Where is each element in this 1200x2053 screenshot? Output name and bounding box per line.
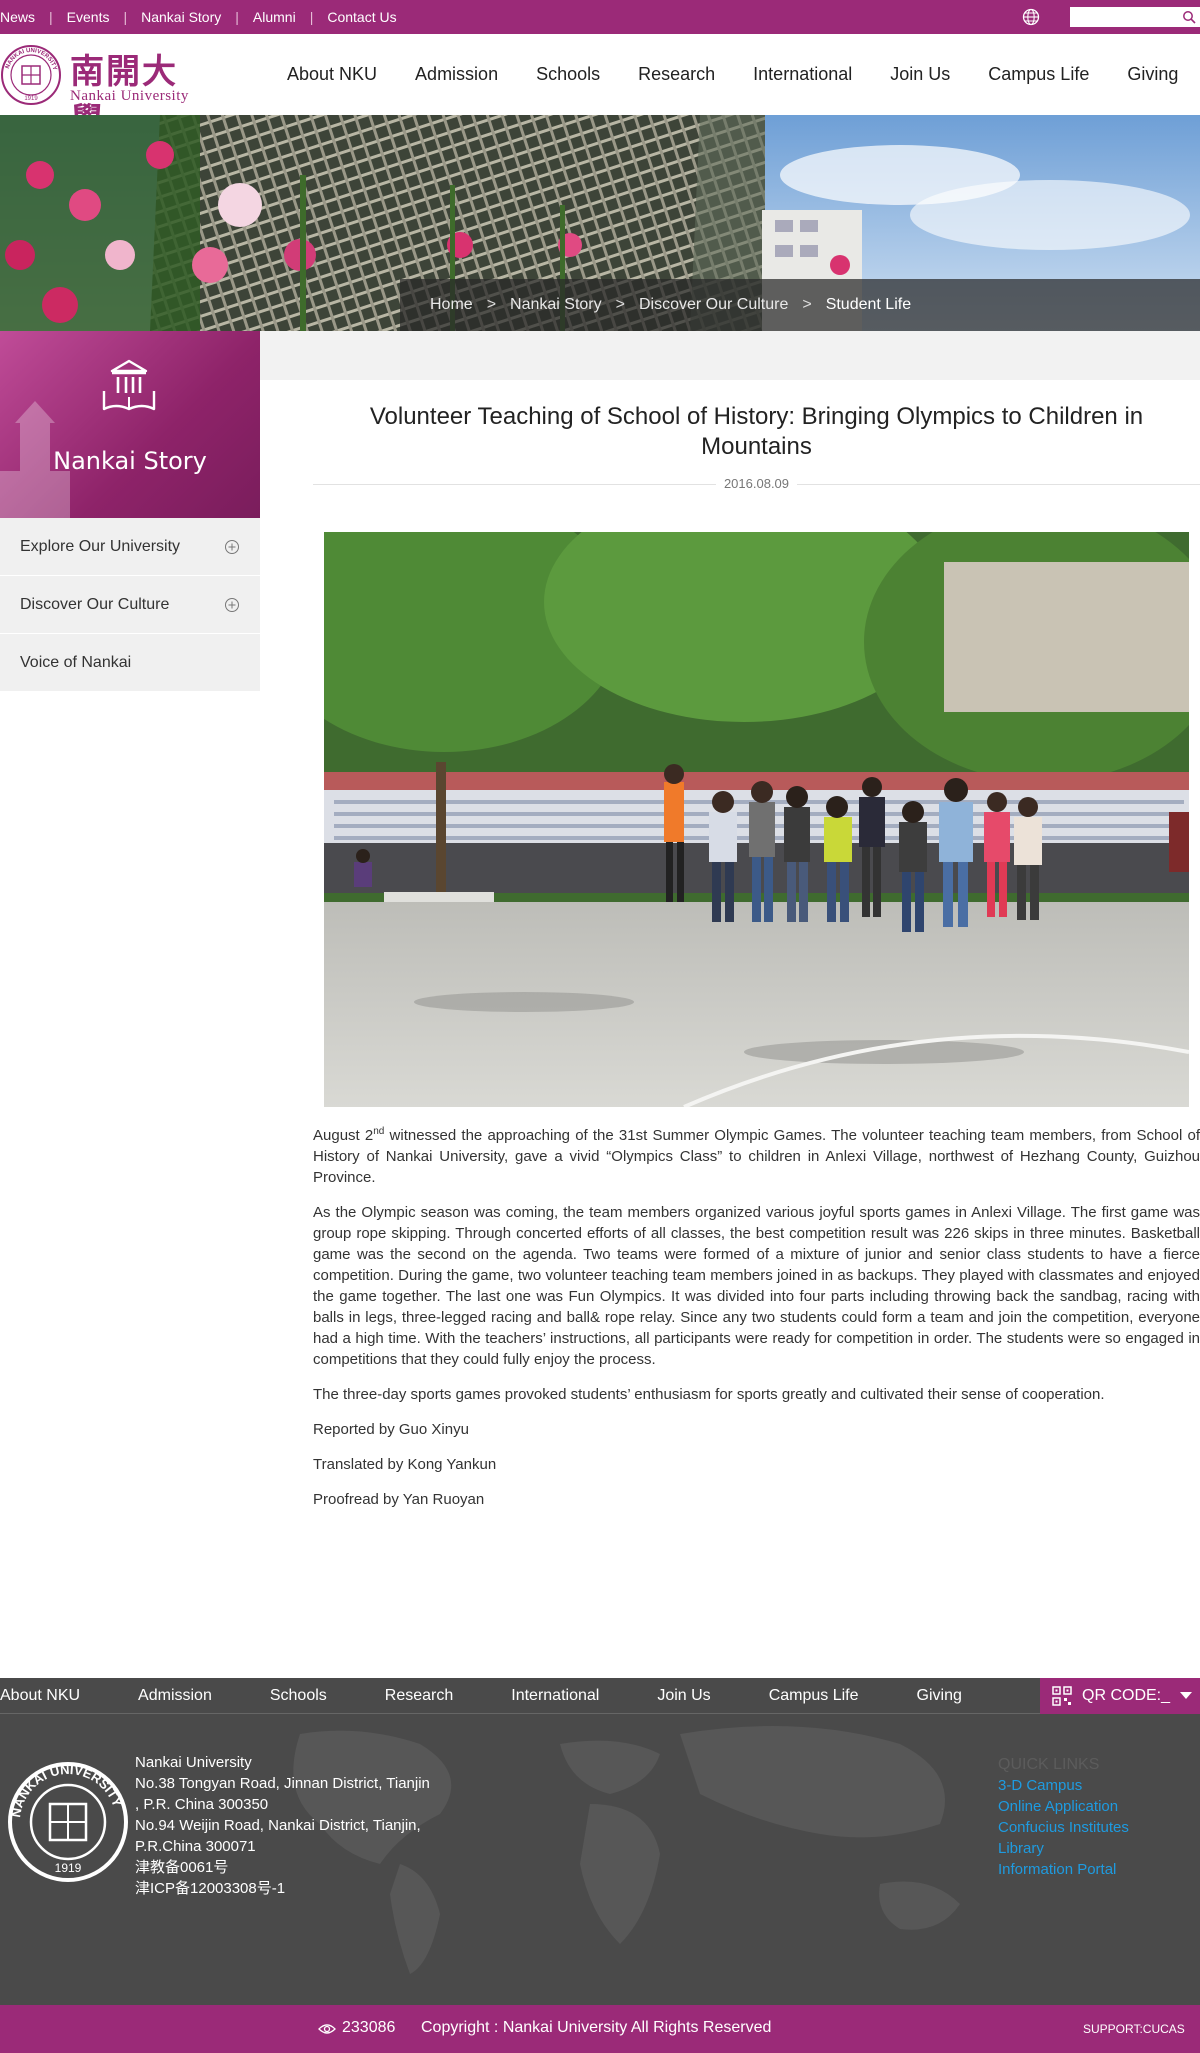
breadcrumb-current: Student Life (825, 296, 912, 313)
nav-campus-life[interactable]: Campus Life (988, 64, 1089, 85)
nav-admission[interactable]: Admission (415, 64, 498, 85)
footer-nav-about-nku[interactable]: About NKU (0, 1687, 80, 1705)
plus-circle-icon[interactable] (224, 539, 240, 555)
footer-nav-admission[interactable]: Admission (138, 1687, 212, 1705)
main-nav: About NKU Admission Schools Research Int… (268, 34, 1197, 115)
nav-international[interactable]: International (753, 64, 852, 85)
quick-link-library[interactable]: Library (998, 1838, 1129, 1859)
qr-code-button[interactable]: QR CODE:_ (1040, 1678, 1200, 1714)
breadcrumb-nankai-story[interactable]: Nankai Story (510, 296, 602, 314)
footer-nav-schools[interactable]: Schools (270, 1687, 327, 1705)
sidebar-item-discover-our-culture[interactable]: Discover Our Culture (0, 576, 260, 634)
content-top-strip (260, 331, 1200, 380)
article-body: August 2nd witnessed the approaching of … (313, 1121, 1200, 1524)
footer-nav-research[interactable]: Research (385, 1687, 453, 1705)
address-line: P.R.China 300071 (135, 1838, 256, 1855)
sidebar-item-explore-our-university[interactable]: Explore Our University (0, 518, 260, 576)
quick-link-information-portal[interactable]: Information Portal (998, 1859, 1129, 1880)
search-box (1070, 7, 1200, 27)
top-link-nankai-story[interactable]: Nankai Story (127, 9, 235, 25)
plus-circle-icon[interactable] (224, 597, 240, 613)
breadcrumb-discover-our-culture[interactable]: Discover Our Culture (639, 296, 788, 314)
nav-giving[interactable]: Giving (1127, 64, 1178, 85)
footer-address: Nankai University No.38 Tongyan Road, Ji… (135, 1752, 430, 1899)
article-date: 2016.08.09 (715, 476, 798, 491)
university-seal-icon: NANKAI UNIVERSITY 1919 (8, 1762, 128, 1882)
address-line: No.38 Tongyan Road, Jinnan District, Tia… (135, 1775, 430, 1792)
footer-nav-international[interactable]: International (511, 1687, 599, 1705)
book-building-icon (102, 359, 156, 411)
globe-icon[interactable] (1022, 8, 1040, 26)
footer-nav-giving[interactable]: Giving (917, 1687, 962, 1705)
sidebar-item-label: Explore Our University (20, 538, 181, 555)
search-input[interactable] (1070, 7, 1176, 27)
seal-text: NANKAI UNIVERSITY (8, 1762, 125, 1819)
footer-nav: About NKU Admission Schools Research Int… (0, 1678, 1200, 1714)
qr-code-icon (1052, 1686, 1072, 1706)
top-bar: News | Events | Nankai Story | Alumni | … (0, 0, 1200, 34)
address-line: No.94 Weijin Road, Nankai District, Tian… (135, 1817, 421, 1834)
copyright-bar: 233086 Copyright : Nankai University All… (0, 2005, 1200, 2053)
translator-credit: Translated by Kong Yankun (313, 1456, 497, 1473)
search-icon[interactable] (1182, 10, 1196, 24)
breadcrumb-separator: > (802, 296, 812, 313)
visit-counter: 233086 (342, 2019, 396, 2036)
paragraph: August 2nd witnessed the approaching of … (313, 1126, 1200, 1186)
article-date-wrap: 2016.08.09 (313, 476, 1200, 491)
seal-year: 1919 (24, 96, 38, 102)
quick-link-3d-campus[interactable]: 3-D Campus (998, 1775, 1129, 1796)
hero-banner: Home > Nankai Story > Discover Our Cultu… (0, 115, 1200, 331)
paragraph: The three-day sports games provoked stud… (313, 1386, 1105, 1403)
footer-nav-join-us[interactable]: Join Us (657, 1687, 710, 1705)
breadcrumb-separator: > (486, 296, 497, 313)
top-link-news[interactable]: News (0, 9, 49, 25)
seal-year: 1919 (55, 1861, 82, 1875)
nav-about-nku[interactable]: About NKU (287, 64, 377, 85)
nav-join-us[interactable]: Join Us (890, 64, 950, 85)
sidebar-header: Nankai Story (0, 331, 260, 518)
paragraph: As the Olympic season was coming, the te… (313, 1204, 1200, 1368)
nav-schools[interactable]: Schools (536, 64, 600, 85)
quick-links: QUICK LINKS 3-D Campus Online Applicatio… (998, 1754, 1129, 1880)
quick-link-confucius-institutes[interactable]: Confucius Institutes (998, 1817, 1129, 1838)
proofreader-credit: Proofread by Yan Ruoyan (313, 1491, 485, 1508)
quick-links-heading: QUICK LINKS (998, 1756, 1100, 1773)
logo-english-name: Nankai University (70, 88, 189, 104)
top-link-events[interactable]: Events (53, 9, 124, 25)
breadcrumb: Home > Nankai Story > Discover Our Cultu… (400, 279, 1200, 331)
top-link-alumni[interactable]: Alumni (239, 9, 310, 25)
sidebar-menu: Explore Our University Discover Our Cult… (0, 518, 260, 692)
address-line: , P.R. China 300350 (135, 1796, 269, 1813)
sidebar-item-voice-of-nankai[interactable]: Voice of Nankai (0, 634, 260, 692)
quick-link-online-application[interactable]: Online Application (998, 1796, 1129, 1817)
qr-code-label: QR CODE:_ (1082, 1687, 1171, 1704)
site-logo[interactable]: NANKAI UNIVERSITY 1919 南開大學 Nankai Unive… (0, 44, 210, 141)
address-line: 津教备0061号 (135, 1859, 229, 1876)
sidebar-title: Nankai Story (53, 447, 207, 475)
address-line: 津ICP备12003308号-1 (135, 1880, 286, 1897)
article-title: Volunteer Teaching of School of History:… (369, 403, 1144, 460)
nav-research[interactable]: Research (638, 64, 715, 85)
breadcrumb-home[interactable]: Home (430, 296, 473, 314)
children-running-photo (324, 532, 1189, 1107)
reporter-credit: Reported by Guo Xinyu (313, 1421, 469, 1438)
top-links: News | Events | Nankai Story | Alumni | … (0, 0, 411, 34)
eye-icon (318, 2024, 336, 2034)
footer-nav-campus-life[interactable]: Campus Life (769, 1687, 859, 1705)
site-header: NANKAI UNIVERSITY 1919 南開大學 Nankai Unive… (0, 34, 1200, 141)
article-photo (324, 532, 1189, 1107)
university-seal-icon: NANKAI UNIVERSITY 1919 (1, 45, 61, 105)
breadcrumb-separator: > (615, 296, 625, 313)
copyright-text: Copyright : Nankai University All Rights… (421, 2019, 772, 2036)
top-link-contact-us[interactable]: Contact Us (313, 9, 410, 25)
address-line: Nankai University (135, 1754, 252, 1771)
site-footer: About NKU Admission Schools Research Int… (0, 1678, 1200, 2053)
sidebar-item-label: Discover Our Culture (20, 596, 170, 613)
sidebar-item-label: Voice of Nankai (20, 654, 132, 671)
support-link[interactable]: SUPPORT:CUCAS (1083, 2022, 1185, 2036)
caret-down-icon (1180, 1692, 1192, 1699)
